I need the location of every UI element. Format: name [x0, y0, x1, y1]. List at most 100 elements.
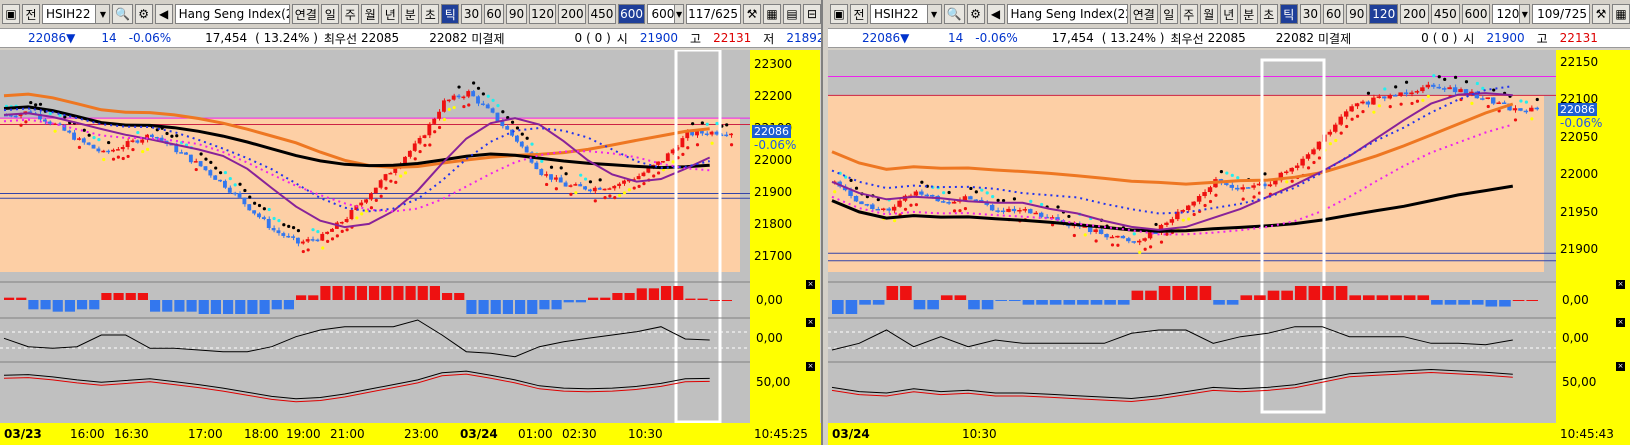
- tab-년[interactable]: 년: [381, 4, 400, 24]
- time-label: 03/24: [832, 427, 870, 441]
- histogram-bar: [150, 300, 161, 312]
- candle-body: [461, 96, 466, 99]
- speaker-icon[interactable]: ◀: [986, 4, 1005, 24]
- tab-분[interactable]: 분: [401, 4, 420, 24]
- interval-select[interactable]: 120 ▼: [1492, 4, 1531, 24]
- parabolic-dot: [1345, 124, 1349, 129]
- histogram-bar: [1281, 290, 1293, 300]
- parabolic-dot: [1219, 170, 1223, 174]
- interval-select[interactable]: 600 ▼: [647, 4, 684, 24]
- parabolic-dot: [413, 157, 417, 161]
- candle-body: [1343, 111, 1349, 117]
- tab-월[interactable]: 월: [361, 4, 380, 24]
- count-field[interactable]: 117/625: [685, 4, 741, 24]
- tab-년[interactable]: 년: [1219, 4, 1238, 24]
- candle-body: [81, 138, 86, 143]
- parabolic-dot: [53, 129, 57, 133]
- interval-200[interactable]: 200: [1400, 4, 1429, 24]
- candle-body: [714, 131, 719, 135]
- histogram-bar: [1294, 286, 1307, 300]
- candle-body: [213, 175, 218, 180]
- tab-분[interactable]: 분: [1239, 4, 1258, 24]
- candle-body: [1115, 235, 1120, 238]
- tab-초[interactable]: 초: [421, 4, 440, 24]
- candle-body: [485, 104, 490, 109]
- candle-body: [130, 140, 135, 142]
- close-panel-icon[interactable]: ×: [1616, 318, 1625, 327]
- tab-일[interactable]: 일: [1159, 4, 1178, 24]
- interval-30[interactable]: 30: [461, 4, 482, 24]
- count-field[interactable]: 109/725: [1532, 4, 1590, 24]
- tab-월[interactable]: 월: [1199, 4, 1218, 24]
- tab-주[interactable]: 주: [1179, 4, 1198, 24]
- symbol-select[interactable]: HSIH22 ▼: [870, 4, 942, 24]
- parabolic-dot: [1415, 99, 1420, 103]
- close-panel-icon[interactable]: ×: [1616, 280, 1625, 289]
- save-icon[interactable]: ▤: [783, 4, 801, 24]
- tab-주[interactable]: 주: [341, 4, 360, 24]
- histogram-bar: [186, 300, 197, 312]
- candle-body: [1529, 107, 1534, 112]
- interval-60[interactable]: 60: [1322, 4, 1345, 24]
- parabolic-dot: [1230, 173, 1234, 177]
- interval-600[interactable]: 600: [617, 4, 646, 24]
- left-price-chart[interactable]: [0, 50, 823, 423]
- close-panel-icon[interactable]: ×: [806, 362, 815, 371]
- interval-450[interactable]: 450: [588, 4, 616, 24]
- window-icon[interactable]: ▣: [830, 4, 848, 24]
- tools-icon[interactable]: ⚒: [743, 4, 761, 24]
- tab-초[interactable]: 초: [1259, 4, 1278, 24]
- parabolic-dot: [87, 133, 91, 137]
- parabolic-dot: [77, 145, 82, 149]
- oi-value: 0: [574, 31, 583, 45]
- tab-연결[interactable]: 연결: [1129, 4, 1158, 24]
- best-ask: 22082: [429, 31, 468, 45]
- change: 14: [948, 31, 964, 45]
- histogram-bar: [259, 300, 270, 314]
- tab-틱[interactable]: 틱: [441, 4, 460, 24]
- interval-90[interactable]: 90: [1346, 4, 1368, 24]
- symbol-select[interactable]: HSIH22 ▼: [42, 4, 111, 24]
- parabolic-dot: [1334, 138, 1338, 143]
- parabolic-dot: [1470, 101, 1474, 105]
- close-panel-icon[interactable]: ×: [806, 318, 815, 327]
- interval-600[interactable]: 600: [1461, 4, 1491, 24]
- interval-120[interactable]: 120: [528, 4, 557, 24]
- histogram-bar: [1063, 300, 1076, 305]
- search-icon[interactable]: 🔍: [943, 4, 965, 24]
- candle-body: [1436, 86, 1441, 89]
- interval-60[interactable]: 60: [483, 4, 505, 24]
- interval-200[interactable]: 200: [558, 4, 587, 24]
- settings-icon[interactable]: ⚙: [134, 4, 153, 24]
- candle-body: [1267, 184, 1273, 187]
- candle-body: [886, 208, 891, 211]
- candle-body: [524, 146, 529, 153]
- parabolic-dot: [38, 102, 43, 106]
- close-panel-icon[interactable]: ×: [806, 280, 815, 289]
- mode-button[interactable]: 전: [22, 4, 40, 24]
- window-icon[interactable]: ▣: [2, 4, 20, 24]
- right-price-chart[interactable]: [828, 50, 1630, 423]
- histogram-bar: [283, 300, 294, 310]
- close-panel-icon[interactable]: ×: [1616, 362, 1625, 371]
- interval-30[interactable]: 30: [1299, 4, 1321, 24]
- interval-450[interactable]: 450: [1430, 4, 1460, 24]
- settings-icon[interactable]: ⚙: [966, 4, 985, 24]
- histogram-bar: [612, 293, 623, 300]
- parabolic-dot: [1481, 86, 1485, 90]
- tab-틱[interactable]: 틱: [1279, 4, 1298, 24]
- grid-icon[interactable]: ▦: [1612, 4, 1630, 24]
- speaker-icon[interactable]: ◀: [154, 4, 173, 24]
- grid-icon[interactable]: ▦: [763, 4, 781, 24]
- mode-button[interactable]: 전: [850, 4, 868, 24]
- tools-icon[interactable]: ⚒: [1592, 4, 1610, 24]
- histogram-bar: [1458, 300, 1470, 305]
- parabolic-dot: [145, 147, 150, 151]
- interval-90[interactable]: 90: [506, 4, 527, 24]
- interval-120[interactable]: 120: [1369, 4, 1399, 24]
- tab-일[interactable]: 일: [321, 4, 340, 24]
- count-text: 109: [1537, 7, 1561, 21]
- tab-연결[interactable]: 연결: [292, 4, 320, 24]
- toggle-icon[interactable]: ⊟: [803, 4, 821, 24]
- search-icon[interactable]: 🔍: [112, 4, 133, 24]
